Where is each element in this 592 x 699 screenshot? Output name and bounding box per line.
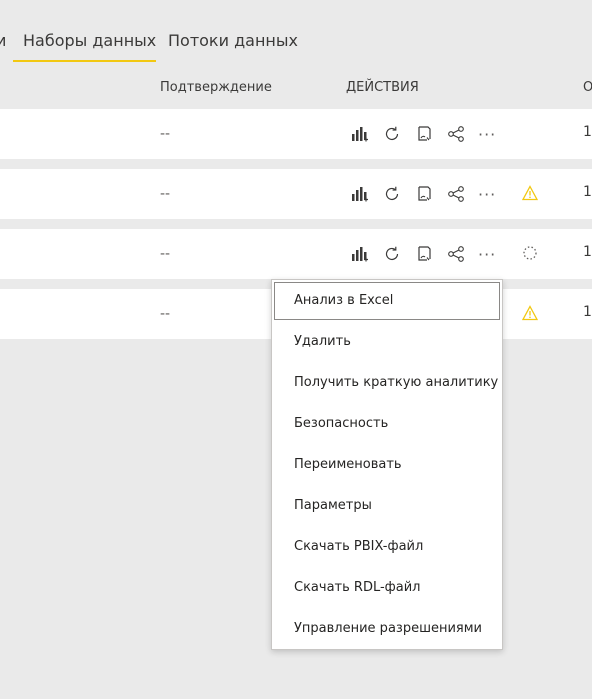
share-icon[interactable] — [444, 182, 468, 206]
menu-item-security[interactable]: Безопасность — [274, 405, 500, 443]
tab-partial[interactable]: и — [0, 31, 6, 50]
table-row[interactable]: -- ··· 1( — [0, 229, 592, 279]
tab-datasets[interactable]: Наборы данных — [23, 31, 156, 50]
schedule-refresh-icon[interactable] — [412, 182, 436, 206]
more-options-icon[interactable]: ··· — [478, 245, 496, 264]
menu-item-delete[interactable]: Удалить — [274, 323, 500, 361]
dataset-context-menu: Анализ в Excel Удалить Получить краткую … — [271, 279, 503, 650]
refresh-icon[interactable] — [380, 242, 404, 266]
more-options-icon[interactable]: ··· — [478, 185, 496, 204]
refreshing-spinner-icon — [521, 244, 539, 262]
warning-icon[interactable] — [521, 184, 539, 202]
tab-dataflows[interactable]: Потоки данных — [168, 31, 298, 50]
confirmation-value: -- — [160, 306, 171, 322]
refresh-icon[interactable] — [380, 182, 404, 206]
partial-column-value: 1( — [583, 304, 592, 320]
confirmation-value: -- — [160, 186, 171, 202]
menu-item-settings[interactable]: Параметры — [274, 487, 500, 525]
column-header-partial[interactable]: О — [583, 80, 592, 95]
more-options-icon[interactable]: ··· — [478, 125, 496, 144]
confirmation-value: -- — [160, 126, 171, 142]
menu-item-analyze-in-excel[interactable]: Анализ в Excel — [274, 282, 500, 320]
tab-bar: и Наборы данных Потоки данных — [0, 0, 592, 70]
menu-item-download-rdl[interactable]: Скачать RDL-файл — [274, 569, 500, 607]
share-icon[interactable] — [444, 122, 468, 146]
row-actions: ··· — [348, 182, 496, 206]
partial-column-value: 1( — [583, 124, 592, 140]
confirmation-value: -- — [160, 246, 171, 262]
column-header-confirmation[interactable]: Подтверждение — [160, 80, 272, 95]
active-tab-indicator — [13, 60, 156, 62]
create-report-icon[interactable] — [348, 182, 372, 206]
column-header-actions: ДЕЙСТВИЯ — [346, 80, 419, 95]
menu-item-manage-permissions[interactable]: Управление разрешениями — [274, 610, 500, 648]
schedule-refresh-icon[interactable] — [412, 122, 436, 146]
menu-item-rename[interactable]: Переименовать — [274, 446, 500, 484]
partial-column-value: 1( — [583, 184, 592, 200]
row-actions: ··· — [348, 242, 496, 266]
warning-icon[interactable] — [521, 304, 539, 322]
partial-column-value: 1( — [583, 244, 592, 260]
schedule-refresh-icon[interactable] — [412, 242, 436, 266]
table-row[interactable]: -- ··· 1( — [0, 169, 592, 219]
row-actions: ··· — [348, 122, 496, 146]
share-icon[interactable] — [444, 242, 468, 266]
table-row[interactable]: -- ··· 1( — [0, 109, 592, 159]
refresh-icon[interactable] — [380, 122, 404, 146]
create-report-icon[interactable] — [348, 242, 372, 266]
menu-item-download-pbix[interactable]: Скачать PBIX-файл — [274, 528, 500, 566]
menu-item-quick-insights[interactable]: Получить краткую аналитику — [274, 364, 500, 402]
create-report-icon[interactable] — [348, 122, 372, 146]
